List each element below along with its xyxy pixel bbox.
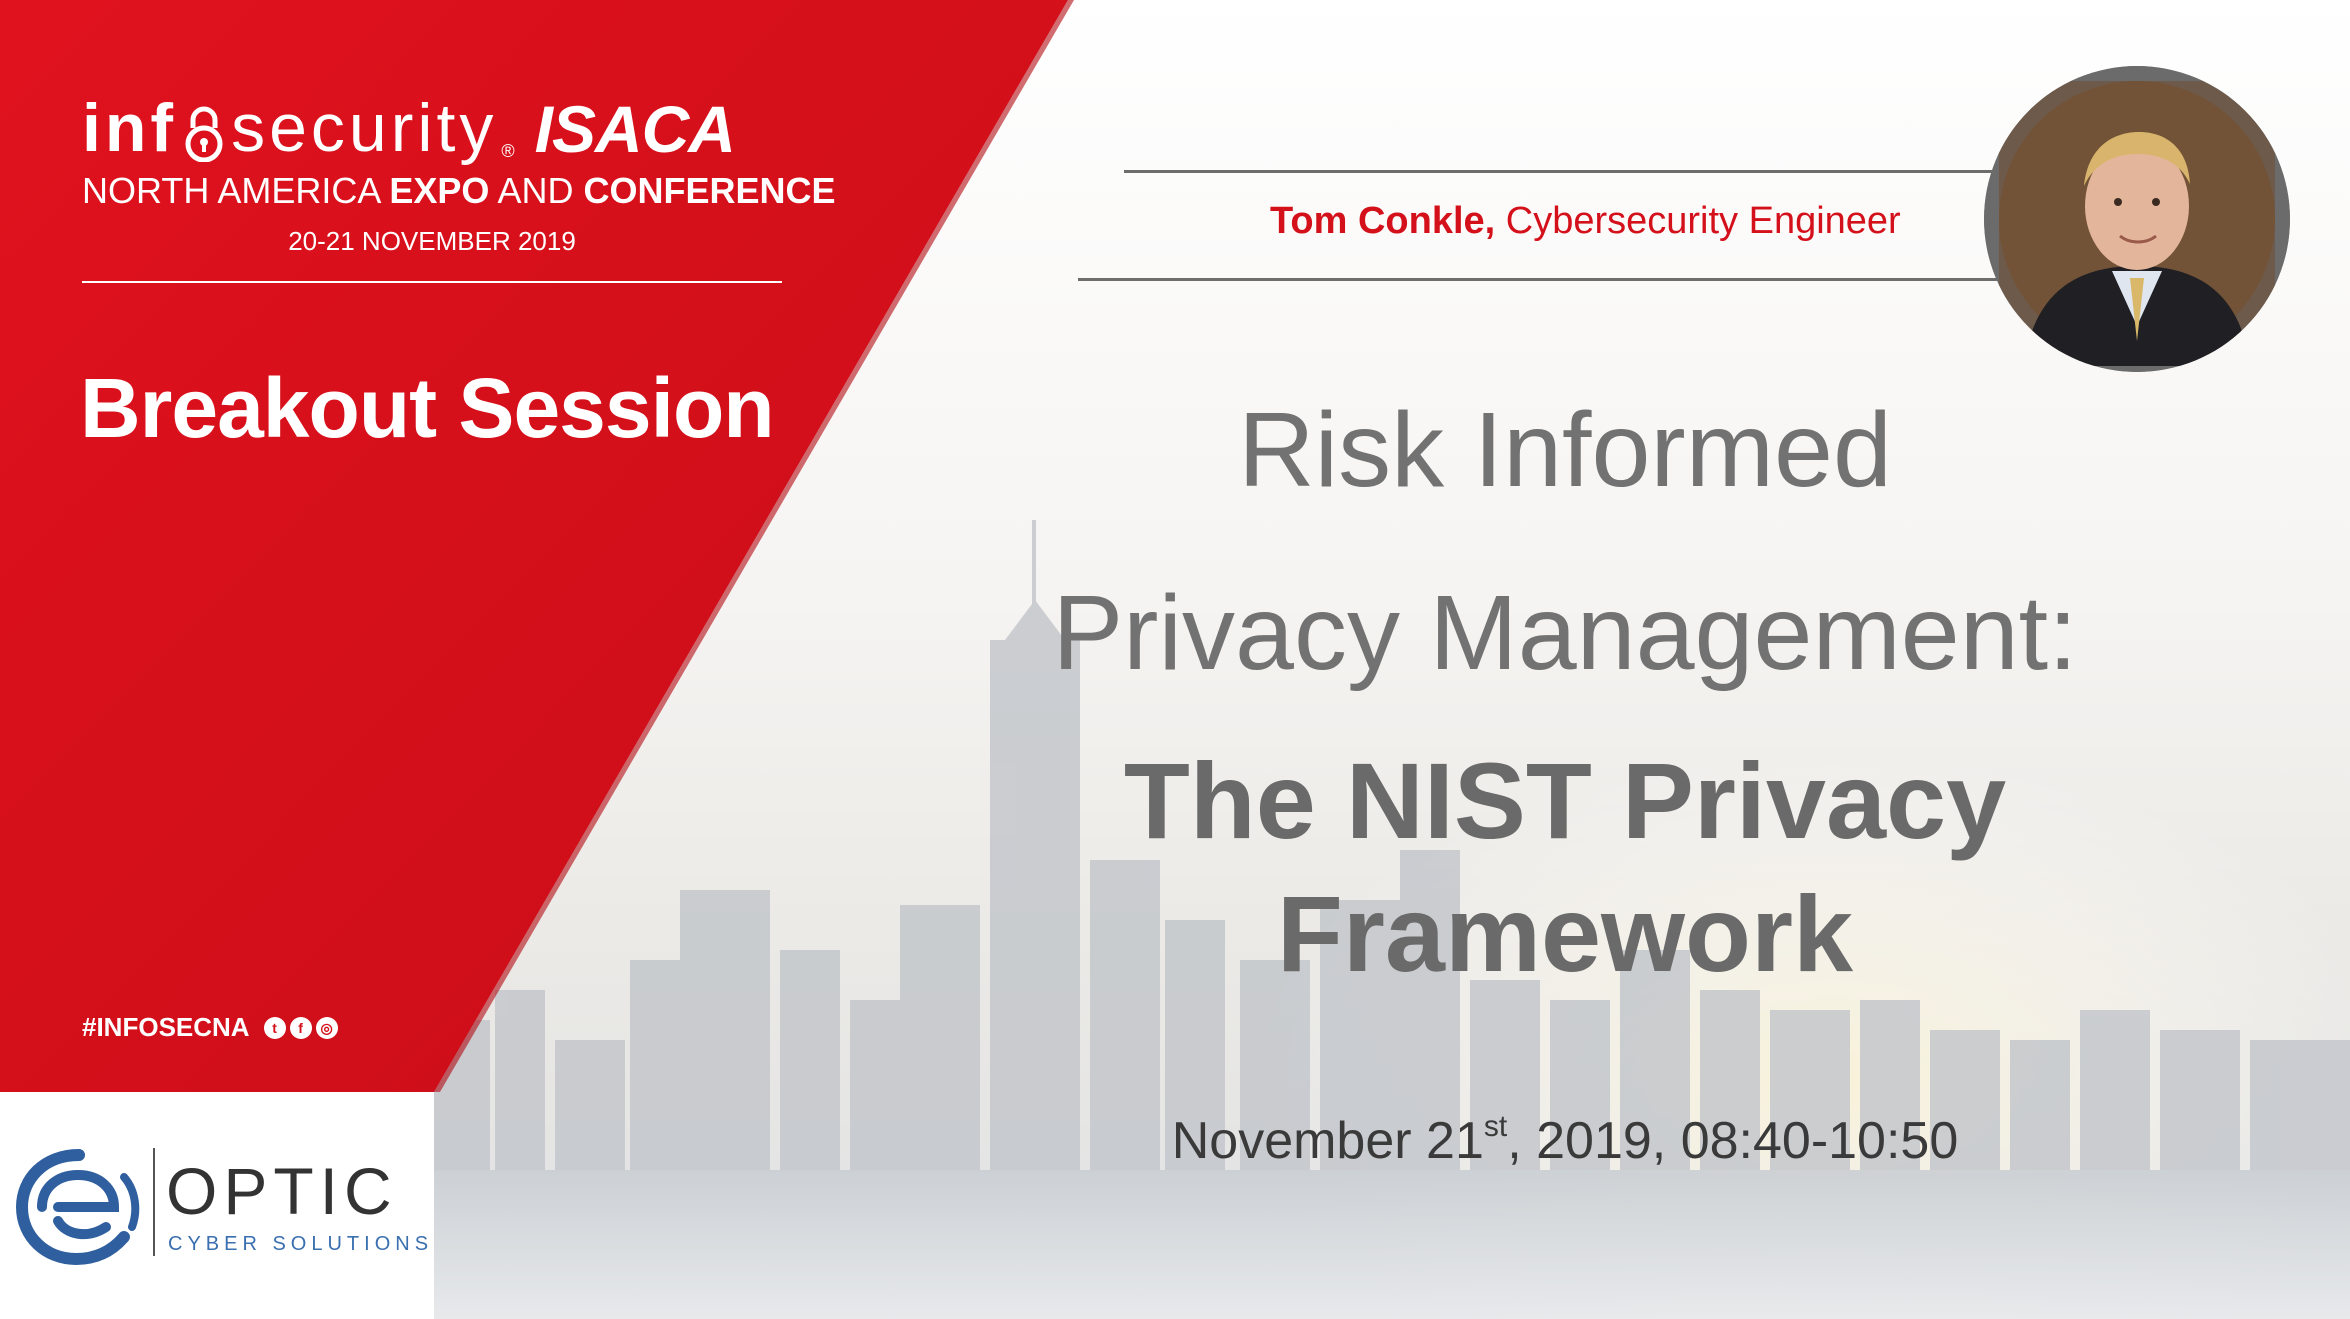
session-type-heading: Breakout Session	[80, 361, 775, 455]
padlock-icon	[185, 106, 223, 162]
registered-mark: ®	[501, 141, 515, 161]
speaker-avatar	[1984, 66, 2290, 372]
speaker-line: Tom Conkle, Cybersecurity Engineer	[1270, 200, 1901, 243]
infosecurity-isaca-brand: inf security ® ISACA NORTH AMERICA EXPO …	[82, 70, 836, 283]
title-line-4: Framework	[1276, 873, 1854, 994]
brand-sub-plain-1: NORTH AMERICA	[82, 170, 390, 211]
brand-security-text: security	[231, 90, 498, 166]
optic-logo-icon	[15, 1149, 140, 1266]
speaker-photo	[1984, 66, 2290, 372]
session-date-rest: , 2019, 08:40-10:50	[1507, 1112, 1959, 1170]
twitter-icon[interactable]: t	[263, 1016, 286, 1039]
speaker-role: Cybersecurity Engineer	[1495, 200, 1901, 242]
title-line-1: Risk Informed	[1238, 391, 1892, 509]
brand-sub-plain-2: AND	[489, 170, 584, 211]
hashtag-text: #INFOSECNA	[82, 1012, 250, 1042]
hashtag-row: #INFOSECNA t f ◎	[82, 1012, 338, 1043]
brand-logo-row: inf security ® ISACA	[82, 70, 792, 162]
slide: inf security ® ISACA NORTH AMERICA EXPO …	[0, 0, 2350, 1319]
brand-sub-bold-1: EXPO	[389, 170, 490, 211]
speaker-name: Tom Conkle,	[1270, 200, 1496, 242]
facebook-icon[interactable]: f	[289, 1016, 312, 1039]
isaca-logo-text: ISACA	[534, 92, 736, 166]
title-line-3: The NIST Privacy	[1123, 740, 2007, 861]
sponsor-tagline: CYBER SOLUTIONS	[168, 1233, 434, 1255]
instagram-icon[interactable]: ◎	[315, 1016, 338, 1039]
social-icons: t f ◎	[263, 1016, 338, 1039]
brand-info-text: inf	[82, 90, 178, 166]
conference-dates: 20-21 NOVEMBER 2019	[288, 226, 576, 256]
title-line-2: Privacy Management:	[1052, 574, 2078, 692]
brand-subtitle: NORTH AMERICA EXPO AND CONFERENCE	[82, 170, 836, 212]
speaker-rule-bottom	[1078, 278, 1998, 281]
session-date-ordinal: st	[1483, 1110, 1508, 1143]
brand-sub-bold-2: CONFERENCE	[583, 170, 836, 211]
sponsor-divider	[153, 1148, 155, 1256]
brand-divider	[82, 281, 782, 283]
session-date-prefix: November 21	[1171, 1112, 1484, 1170]
speaker-rule-top	[1124, 170, 1994, 173]
sponsor-name: OPTIC	[166, 1154, 398, 1228]
session-date: November 21st, 2019, 08:40-10:50	[900, 1110, 2230, 1171]
